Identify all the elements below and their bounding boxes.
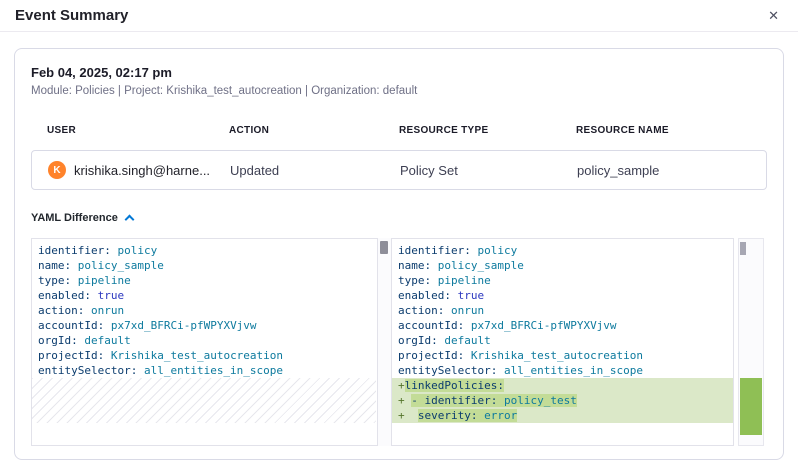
diff-gutter	[378, 238, 391, 446]
event-meta: Module: Policies | Project: Krishika_tes…	[31, 85, 767, 97]
diff-left-code: identifier: policyname: policy_sampletyp…	[32, 243, 377, 378]
diff-collapsed-region	[32, 378, 376, 423]
table-header-row: USER ACTION RESOURCE TYPE RESOURCE NAME	[31, 125, 767, 136]
code-line: action: onrun	[392, 303, 733, 318]
diff-right-code: identifier: policyname: policy_sampletyp…	[392, 243, 733, 423]
action-cell: Updated	[230, 163, 400, 178]
code-line: identifier: policy	[392, 243, 733, 258]
user-email: krishika.singh@harne...	[74, 163, 210, 178]
close-button[interactable]: ✕	[764, 7, 783, 24]
yaml-difference-label: YAML Difference	[31, 212, 118, 224]
code-line: name: policy_sample	[32, 258, 377, 273]
code-line: orgId: default	[392, 333, 733, 348]
code-line: orgId: default	[32, 333, 377, 348]
code-line: name: policy_sample	[392, 258, 733, 273]
chevron-up-icon	[124, 215, 134, 225]
modal-header: Event Summary ✕	[0, 0, 798, 32]
code-line: type: pipeline	[392, 273, 733, 288]
yaml-diff-viewer: identifier: policyname: policy_sampletyp…	[31, 238, 767, 446]
code-line: accountId: px7xd_BFRCi-pfWPYXVjvw	[32, 318, 377, 333]
code-line: entitySelector: all_entities_in_scope	[392, 363, 733, 378]
code-line: enabled: true	[32, 288, 377, 303]
table-row: K krishika.singh@harne... Updated Policy…	[31, 150, 767, 190]
col-header-resource-type: RESOURCE TYPE	[399, 125, 576, 136]
diff-left-pane[interactable]: identifier: policyname: policy_sampletyp…	[31, 238, 378, 446]
code-line: accountId: px7xd_BFRCi-pfWPYXVjvw	[392, 318, 733, 333]
user-cell: K krishika.singh@harne...	[48, 161, 230, 179]
code-line: projectId: Krishika_test_autocreation	[32, 348, 377, 363]
close-icon: ✕	[768, 8, 779, 23]
code-line: identifier: policy	[32, 243, 377, 258]
code-line: action: onrun	[32, 303, 377, 318]
code-line: + severity: error	[392, 408, 733, 423]
code-line: projectId: Krishika_test_autocreation	[392, 348, 733, 363]
code-line: entitySelector: all_entities_in_scope	[32, 363, 377, 378]
resource-name-cell: policy_sample	[577, 163, 750, 178]
col-header-user: USER	[47, 125, 229, 136]
added-change-marker	[740, 378, 762, 435]
page-title: Event Summary	[15, 7, 128, 24]
avatar: K	[48, 161, 66, 179]
code-line: +linkedPolicies:	[392, 378, 733, 393]
left-scrollbar-thumb[interactable]	[380, 241, 388, 254]
event-timestamp: Feb 04, 2025, 02:17 pm	[31, 65, 767, 80]
code-line: enabled: true	[392, 288, 733, 303]
yaml-difference-toggle[interactable]: YAML Difference	[31, 212, 133, 224]
code-line: type: pipeline	[32, 273, 377, 288]
event-card: Feb 04, 2025, 02:17 pm Module: Policies …	[14, 48, 784, 460]
right-scrollbar-thumb[interactable]	[740, 242, 746, 255]
resource-type-cell: Policy Set	[400, 163, 577, 178]
col-header-resource-name: RESOURCE NAME	[576, 125, 751, 136]
col-header-action: ACTION	[229, 125, 399, 136]
diff-minimap[interactable]	[738, 238, 764, 446]
diff-right-pane[interactable]: identifier: policyname: policy_sampletyp…	[391, 238, 734, 446]
code-line: + - identifier: policy_test	[392, 393, 733, 408]
